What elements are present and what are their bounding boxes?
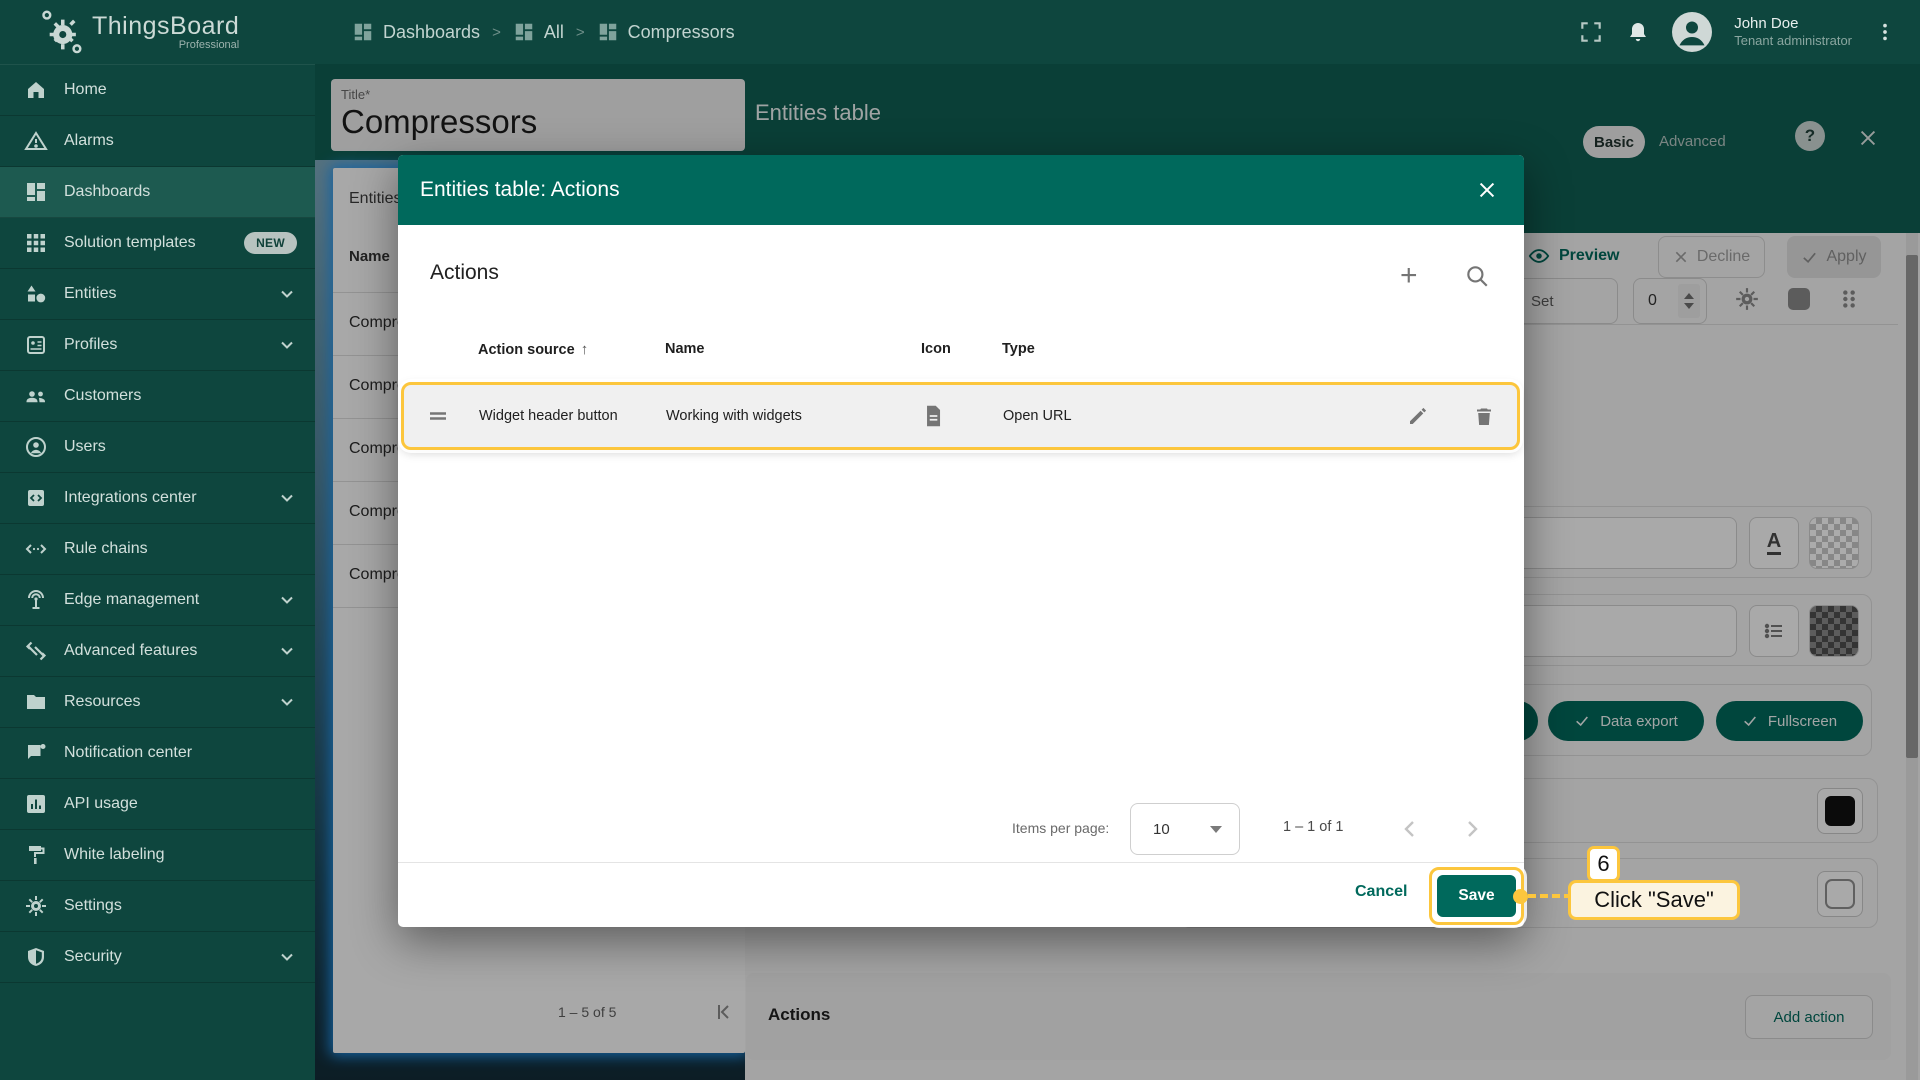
- sidebar: Home Alarms Dashboards Solution template…: [0, 64, 315, 1080]
- chevron-down-icon: [277, 335, 297, 355]
- user-name: John Doe: [1734, 14, 1799, 32]
- person-icon: [24, 435, 48, 459]
- fullscreen-icon[interactable]: [1578, 19, 1604, 45]
- chevron-down-icon: [277, 284, 297, 304]
- close-icon[interactable]: [1476, 179, 1498, 201]
- previous-page-icon[interactable]: [1398, 817, 1422, 841]
- shapes-icon: [24, 282, 48, 306]
- column-header-icon[interactable]: Icon: [921, 341, 951, 357]
- sidebar-item-api-usage[interactable]: API usage: [0, 779, 315, 830]
- kebab-menu-icon[interactable]: [1874, 21, 1896, 43]
- chevron-down-icon: [277, 590, 297, 610]
- integration-icon: [24, 486, 48, 510]
- section-title: Actions: [430, 261, 499, 284]
- annotation-connector-dot: [1513, 889, 1528, 904]
- sidebar-item-dashboards[interactable]: Dashboards: [0, 167, 315, 218]
- breadcrumb-separator: >: [575, 23, 585, 41]
- sidebar-item-customers[interactable]: Customers: [0, 371, 315, 422]
- thingsboard-logo-icon: [38, 8, 84, 54]
- thingsboard-app: Title* Compressors Entities table Name C…: [0, 0, 1920, 1080]
- sidebar-item-resources[interactable]: Resources: [0, 677, 315, 728]
- paint-icon: [24, 843, 48, 867]
- dropdown-arrow-icon: [1209, 824, 1223, 834]
- sidebar-item-solution-templates[interactable]: Solution templates NEW: [0, 218, 315, 269]
- badge-icon: [24, 333, 48, 357]
- sidebar-item-security[interactable]: Security: [0, 932, 315, 983]
- dashboards-icon: [352, 21, 374, 43]
- app-logo[interactable]: ThingsBoard Professional: [38, 8, 239, 54]
- folder-icon: [24, 690, 48, 714]
- dialog-title: Entities table: Actions: [420, 178, 620, 201]
- sidebar-item-integrations-center[interactable]: Integrations center: [0, 473, 315, 524]
- add-action-icon[interactable]: +: [1400, 261, 1418, 291]
- sidebar-item-rule-chains[interactable]: Rule chains: [0, 524, 315, 575]
- breadcrumb-all[interactable]: All: [513, 21, 564, 43]
- drag-handle-icon[interactable]: [426, 385, 450, 447]
- sidebar-item-entities[interactable]: Entities: [0, 269, 315, 320]
- home-icon: [24, 78, 48, 102]
- cell-name: Working with widgets: [666, 408, 802, 424]
- rule-chain-icon: [24, 537, 48, 561]
- tools-icon: [24, 639, 48, 663]
- column-header-type[interactable]: Type: [1002, 341, 1035, 357]
- next-page-icon[interactable]: [1460, 817, 1484, 841]
- gear-icon: [24, 894, 48, 918]
- sidebar-item-notification-center[interactable]: Notification center: [0, 728, 315, 779]
- sidebar-item-home[interactable]: Home: [0, 65, 315, 116]
- annotation-label: Click "Save": [1568, 880, 1740, 920]
- breadcrumb-dashboards[interactable]: Dashboards: [352, 21, 480, 43]
- items-per-page-select[interactable]: 10: [1130, 803, 1240, 855]
- shield-icon: [24, 945, 48, 969]
- column-header-action-source[interactable]: Action source ↑: [478, 341, 588, 358]
- breadcrumb: Dashboards > All > Compressors: [352, 0, 735, 64]
- cancel-button[interactable]: Cancel: [1355, 883, 1407, 901]
- antenna-icon: [24, 588, 48, 612]
- search-icon[interactable]: [1464, 263, 1490, 289]
- sidebar-item-users[interactable]: Users: [0, 422, 315, 473]
- chevron-down-icon: [277, 641, 297, 661]
- items-per-page-label: Items per page:: [1012, 820, 1110, 836]
- sidebar-item-settings[interactable]: Settings: [0, 881, 315, 932]
- sidebar-item-alarms[interactable]: Alarms: [0, 116, 315, 167]
- dialog-pagination: Items per page: 10 1 – 1 of 1: [398, 803, 1524, 855]
- avatar[interactable]: [1672, 12, 1713, 52]
- cell-action-source: Widget header button: [479, 408, 618, 424]
- dashboards-icon: [513, 21, 535, 43]
- dashboards-icon: [24, 180, 48, 204]
- sort-ascending-icon: ↑: [580, 341, 589, 358]
- people-icon: [24, 384, 48, 408]
- app-subtitle: Professional: [178, 38, 240, 51]
- new-badge: NEW: [244, 232, 297, 254]
- sidebar-item-advanced-features[interactable]: Advanced features: [0, 626, 315, 677]
- annotation-connector-line: [1528, 894, 1572, 898]
- app-name: ThingsBoard: [92, 11, 240, 40]
- actions-dialog: Entities table: Actions Actions + Action…: [398, 155, 1524, 927]
- sidebar-item-edge-management[interactable]: Edge management: [0, 575, 315, 626]
- edit-pencil-icon[interactable]: [1406, 385, 1430, 447]
- sidebar-item-white-labeling[interactable]: White labeling: [0, 830, 315, 881]
- grid-icon: [24, 231, 48, 255]
- chevron-down-icon: [277, 488, 297, 508]
- cell-type: Open URL: [1003, 408, 1072, 424]
- chart-icon: [24, 792, 48, 816]
- delete-trash-icon[interactable]: [1472, 385, 1496, 447]
- file-document-icon: [920, 385, 946, 447]
- column-header-name[interactable]: Name: [665, 341, 705, 357]
- breadcrumb-compressors[interactable]: Compressors: [597, 21, 735, 43]
- top-header: ThingsBoard Professional Dashboards > Al…: [0, 0, 1920, 64]
- action-table-row[interactable]: Widget header button Working with widget…: [401, 382, 1520, 450]
- chevron-down-icon: [277, 692, 297, 712]
- save-highlight-ring: [1429, 867, 1524, 925]
- notifications-bell-icon[interactable]: [1626, 20, 1650, 44]
- dashboards-icon: [597, 21, 619, 43]
- annotation-step-number: 6: [1587, 846, 1620, 882]
- sidebar-item-profiles[interactable]: Profiles: [0, 320, 315, 371]
- alarm-icon: [24, 129, 48, 153]
- breadcrumb-separator: >: [492, 23, 501, 41]
- pagination-range: 1 – 1 of 1: [1283, 819, 1344, 835]
- user-role: Tenant administrator: [1734, 33, 1852, 49]
- dialog-header: Entities table: Actions: [398, 155, 1524, 225]
- notification-icon: [24, 741, 48, 765]
- chevron-down-icon: [277, 947, 297, 967]
